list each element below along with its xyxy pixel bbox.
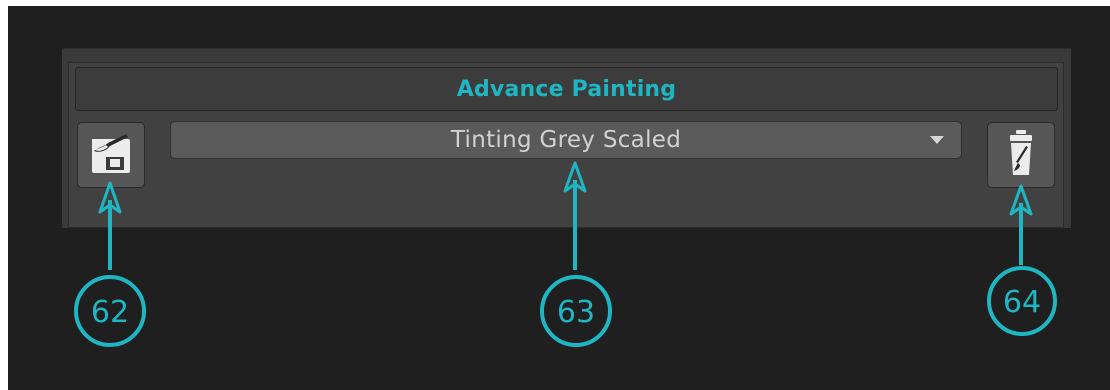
trash-brush-icon <box>1006 129 1036 181</box>
callout-63-label: 63 <box>557 295 595 330</box>
callout-64-label: 64 <box>1003 285 1041 320</box>
top-edge <box>0 0 1110 6</box>
preset-dropdown[interactable]: Tinting Grey Scaled <box>170 121 962 159</box>
save-preset-button[interactable] <box>77 122 145 188</box>
panel-title: Advance Painting <box>456 76 677 102</box>
left-edge <box>0 0 8 390</box>
panel-header[interactable]: Advance Painting <box>75 67 1058 111</box>
dropdown-arrow-icon <box>930 136 944 144</box>
callout-62-label: 62 <box>91 295 129 330</box>
preset-dropdown-value: Tinting Grey Scaled <box>450 127 682 153</box>
save-brush-icon <box>90 131 132 179</box>
delete-preset-button[interactable] <box>987 122 1055 188</box>
